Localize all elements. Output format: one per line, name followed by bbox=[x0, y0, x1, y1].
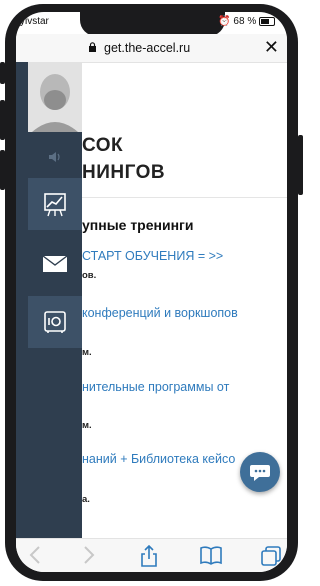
close-icon[interactable]: ✕ bbox=[264, 37, 279, 57]
training-note-2: м. bbox=[82, 347, 92, 358]
safe-icon bbox=[44, 311, 66, 333]
training-note-1: ов. bbox=[82, 270, 97, 281]
section-heading: упные тренинги bbox=[82, 217, 194, 233]
training-note-4: а. bbox=[82, 494, 90, 505]
battery-label: 68 % bbox=[233, 16, 257, 27]
phone-frame: yivstar ⏰ 68 % get.the-accel.ru ✕ СОК НИ… bbox=[0, 0, 306, 586]
phone-screen: yivstar ⏰ 68 % get.the-accel.ru ✕ СОК НИ… bbox=[16, 12, 287, 572]
back-icon[interactable] bbox=[28, 545, 42, 565]
sidebar-item-trainings[interactable] bbox=[28, 178, 82, 230]
carrier-label: yivstar bbox=[20, 16, 49, 27]
training-link-2[interactable]: конференций и воркшопов bbox=[82, 306, 238, 320]
bookmarks-icon[interactable] bbox=[200, 545, 222, 565]
divider bbox=[82, 197, 287, 198]
forward-icon[interactable] bbox=[82, 545, 96, 565]
battery-icon bbox=[259, 16, 275, 26]
tabs-icon[interactable] bbox=[260, 545, 282, 567]
training-note-3: м. bbox=[82, 420, 92, 431]
sidebar-item-mail[interactable] bbox=[28, 238, 82, 290]
mail-icon bbox=[42, 255, 68, 272]
alarm-icon: ⏰ bbox=[218, 16, 231, 27]
sound-icon bbox=[49, 152, 60, 162]
browser-url-bar[interactable]: get.the-accel.ru ✕ bbox=[16, 34, 287, 63]
sidebar-item-safe[interactable] bbox=[28, 296, 82, 348]
training-link-1[interactable]: СТАРТ ОБУЧЕНИЯ = >> bbox=[82, 249, 223, 263]
training-link-3[interactable]: нительные программы от bbox=[82, 380, 229, 394]
lock-icon bbox=[89, 42, 96, 52]
browser-toolbar bbox=[16, 538, 287, 572]
avatar[interactable] bbox=[28, 62, 82, 132]
power-button bbox=[298, 135, 303, 195]
chat-icon bbox=[250, 465, 270, 481]
training-link-4[interactable]: наний + Библиотека кейсо bbox=[82, 452, 235, 466]
notch bbox=[80, 12, 225, 36]
url-text[interactable]: get.the-accel.ru bbox=[104, 41, 190, 55]
share-icon[interactable] bbox=[140, 545, 158, 567]
chat-button[interactable] bbox=[240, 452, 280, 492]
sidebar-item-sound[interactable] bbox=[28, 140, 82, 174]
page-title: СОК НИНГОВ bbox=[82, 135, 166, 183]
sidebar bbox=[16, 62, 82, 538]
chart-icon bbox=[44, 193, 66, 217]
status-right: ⏰ 68 % bbox=[218, 16, 275, 27]
status-bar: yivstar ⏰ 68 % bbox=[16, 12, 287, 36]
